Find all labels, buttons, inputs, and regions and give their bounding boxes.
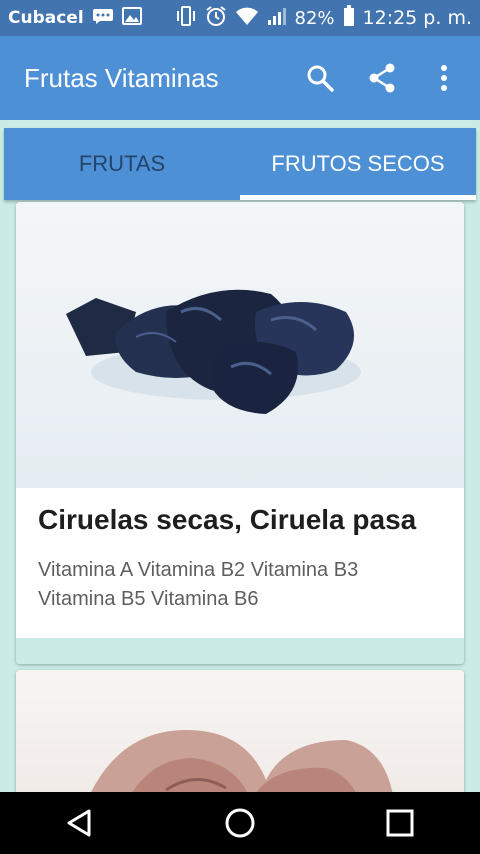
search-icon[interactable] [298,56,342,100]
fruit-card[interactable]: Ciruelas secas, Ciruela pasa Vitamina A … [16,202,464,664]
wifi-icon [235,6,259,31]
tab-bar: FRUTAS FRUTOS SECOS [4,128,476,200]
tab-frutas[interactable]: FRUTAS [4,128,240,200]
fruit-image [16,670,464,792]
messages-icon [92,8,114,29]
status-bar: Cubacel 82% 12:25 p. m. [0,0,480,36]
carrier-name: Cubacel [8,8,84,28]
app-bar: Frutas Vitaminas [0,36,480,120]
clock: 12:25 p. m. [362,7,472,29]
vibrate-icon [175,5,197,31]
fruit-card[interactable] [16,670,464,792]
battery-icon [343,4,355,32]
more-vert-icon[interactable] [422,56,466,100]
card-footer [16,638,464,664]
share-icon[interactable] [360,56,404,100]
back-icon[interactable] [50,793,110,853]
card-title: Ciruelas secas, Ciruela pasa [38,504,417,535]
fruit-image [16,202,464,488]
card-list: Ciruelas secas, Ciruela pasa Vitamina A … [0,200,480,792]
signal-icon [267,6,287,31]
card-vitamins: Vitamina A Vitamina B2 Vitamina B3 Vitam… [38,559,359,610]
navigation-bar [0,792,480,854]
app-title: Frutas Vitaminas [24,62,219,93]
battery-percent: 82% [294,7,335,29]
home-icon[interactable] [210,793,270,853]
alarm-icon [205,5,227,32]
image-icon [121,6,142,30]
tab-frutos-secos[interactable]: FRUTOS SECOS [240,128,476,200]
recents-icon[interactable] [370,793,430,853]
